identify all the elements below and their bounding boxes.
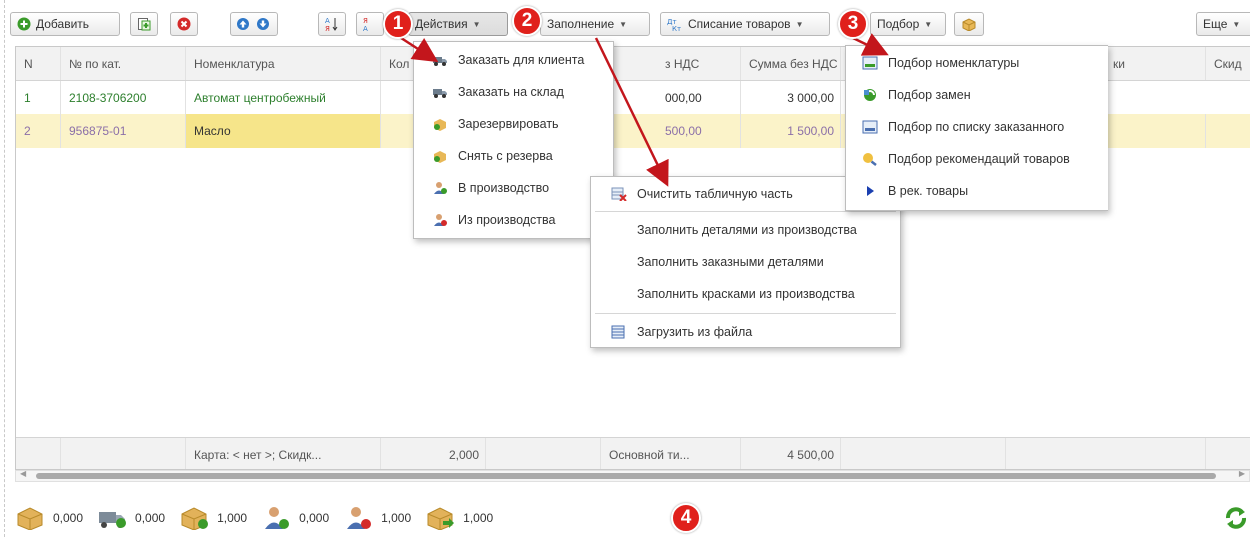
status-value: 1,000 [381, 511, 412, 525]
annotation-arrows [397, 33, 889, 187]
status-production: 0,000 [261, 506, 329, 530]
badge-4: 4 [671, 503, 701, 533]
status-value: 0,000 [53, 511, 84, 525]
box-shipped-icon [427, 507, 455, 530]
status-shipped: 1,000 [425, 506, 493, 530]
arrow-2 [594, 37, 669, 187]
status-value: 0,000 [135, 511, 166, 525]
status-stock: 0,000 [15, 506, 83, 530]
refresh-icon[interactable] [1224, 506, 1248, 530]
badge-1: 1 [383, 9, 413, 39]
status-bar: 0,000 0,000 1,000 0,000 1,000 1,000 [15, 504, 507, 532]
arrow-1 [397, 34, 439, 63]
worker-icon [265, 507, 290, 529]
status-from-production: 1,000 [343, 506, 411, 530]
badge-2: 2 [512, 6, 542, 36]
arrow-3 [852, 33, 889, 56]
truck-icon [99, 512, 127, 528]
worker-icon [347, 507, 372, 529]
status-in-transit: 0,000 [97, 506, 165, 530]
badge-3: 3 [838, 9, 868, 39]
status-value: 1,000 [217, 511, 248, 525]
box-reserved-icon [181, 507, 209, 530]
status-reserved: 1,000 [179, 506, 247, 530]
box-icon [17, 507, 43, 530]
status-value: 1,000 [463, 511, 494, 525]
status-value: 0,000 [299, 511, 330, 525]
